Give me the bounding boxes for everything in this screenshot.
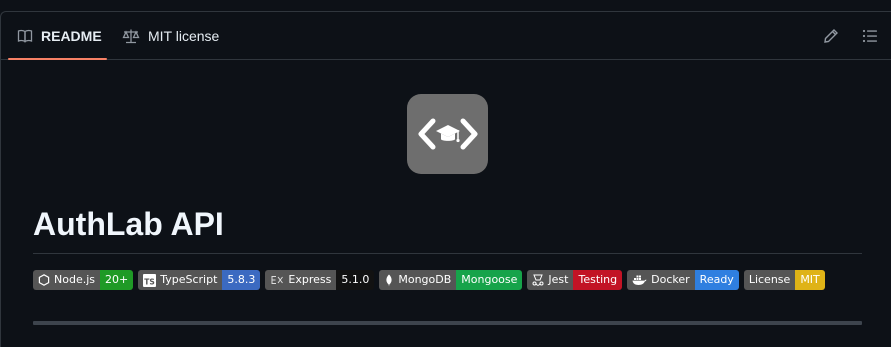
typescript-icon: TS <box>143 273 157 287</box>
project-logo <box>407 94 488 174</box>
badge-mongodb-value: Mongoose <box>456 270 523 290</box>
badge-typescript-value: 5.8.3 <box>222 270 261 290</box>
badge-nodejs-value: 20+ <box>100 270 134 290</box>
jest-icon <box>532 274 544 286</box>
badge-jest[interactable]: Jest Testing <box>527 270 623 290</box>
badge-license-label: License <box>748 273 791 286</box>
title-divider <box>33 253 862 254</box>
express-icon <box>271 276 284 284</box>
book-icon <box>17 29 33 43</box>
nodejs-icon <box>38 274 50 286</box>
docker-icon <box>632 275 647 285</box>
badge-row: Node.js 20+ TS TypeScript 5.8.3 Express … <box>33 270 825 290</box>
tab-readme[interactable]: README <box>17 12 102 60</box>
badge-nodejs[interactable]: Node.js 20+ <box>33 270 134 290</box>
badge-license-value: MIT <box>795 270 825 290</box>
readme-title: AuthLab API <box>33 206 224 242</box>
section-divider <box>33 321 862 325</box>
badge-nodejs-label: Node.js <box>54 273 95 286</box>
badge-docker[interactable]: Docker Ready <box>627 270 739 290</box>
svg-text:TS: TS <box>144 277 155 286</box>
active-tab-indicator <box>8 58 107 60</box>
badge-express-value: 5.1.0 <box>336 270 375 290</box>
readme-panel: README MIT license AuthLab API Node.js 2… <box>0 11 891 347</box>
badge-typescript[interactable]: TS TypeScript 5.8.3 <box>138 270 261 290</box>
badge-docker-label: Docker <box>651 273 690 286</box>
outline-button[interactable] <box>860 26 880 46</box>
tab-readme-label: README <box>41 28 102 44</box>
tab-license-label: MIT license <box>148 28 220 44</box>
badge-mongodb-label: MongoDB <box>398 273 452 286</box>
readme-tab-bar: README MIT license <box>1 12 891 60</box>
law-scale-icon <box>122 29 140 44</box>
mongodb-icon <box>386 274 392 286</box>
badge-mongodb[interactable]: MongoDB Mongoose <box>379 270 523 290</box>
edit-file-button[interactable] <box>821 26 841 46</box>
badge-jest-label: Jest <box>548 273 569 286</box>
badge-express-label: Express <box>288 273 332 286</box>
tab-license[interactable]: MIT license <box>122 12 219 60</box>
badge-docker-value: Ready <box>694 270 739 290</box>
pencil-icon <box>824 29 838 43</box>
badge-express[interactable]: Express 5.1.0 <box>265 270 375 290</box>
badge-license[interactable]: License MIT <box>743 270 825 290</box>
list-unordered-icon <box>862 29 877 43</box>
badge-jest-value: Testing <box>573 270 623 290</box>
code-graduation-cap-icon <box>418 118 477 150</box>
badge-typescript-label: TypeScript <box>160 273 218 286</box>
